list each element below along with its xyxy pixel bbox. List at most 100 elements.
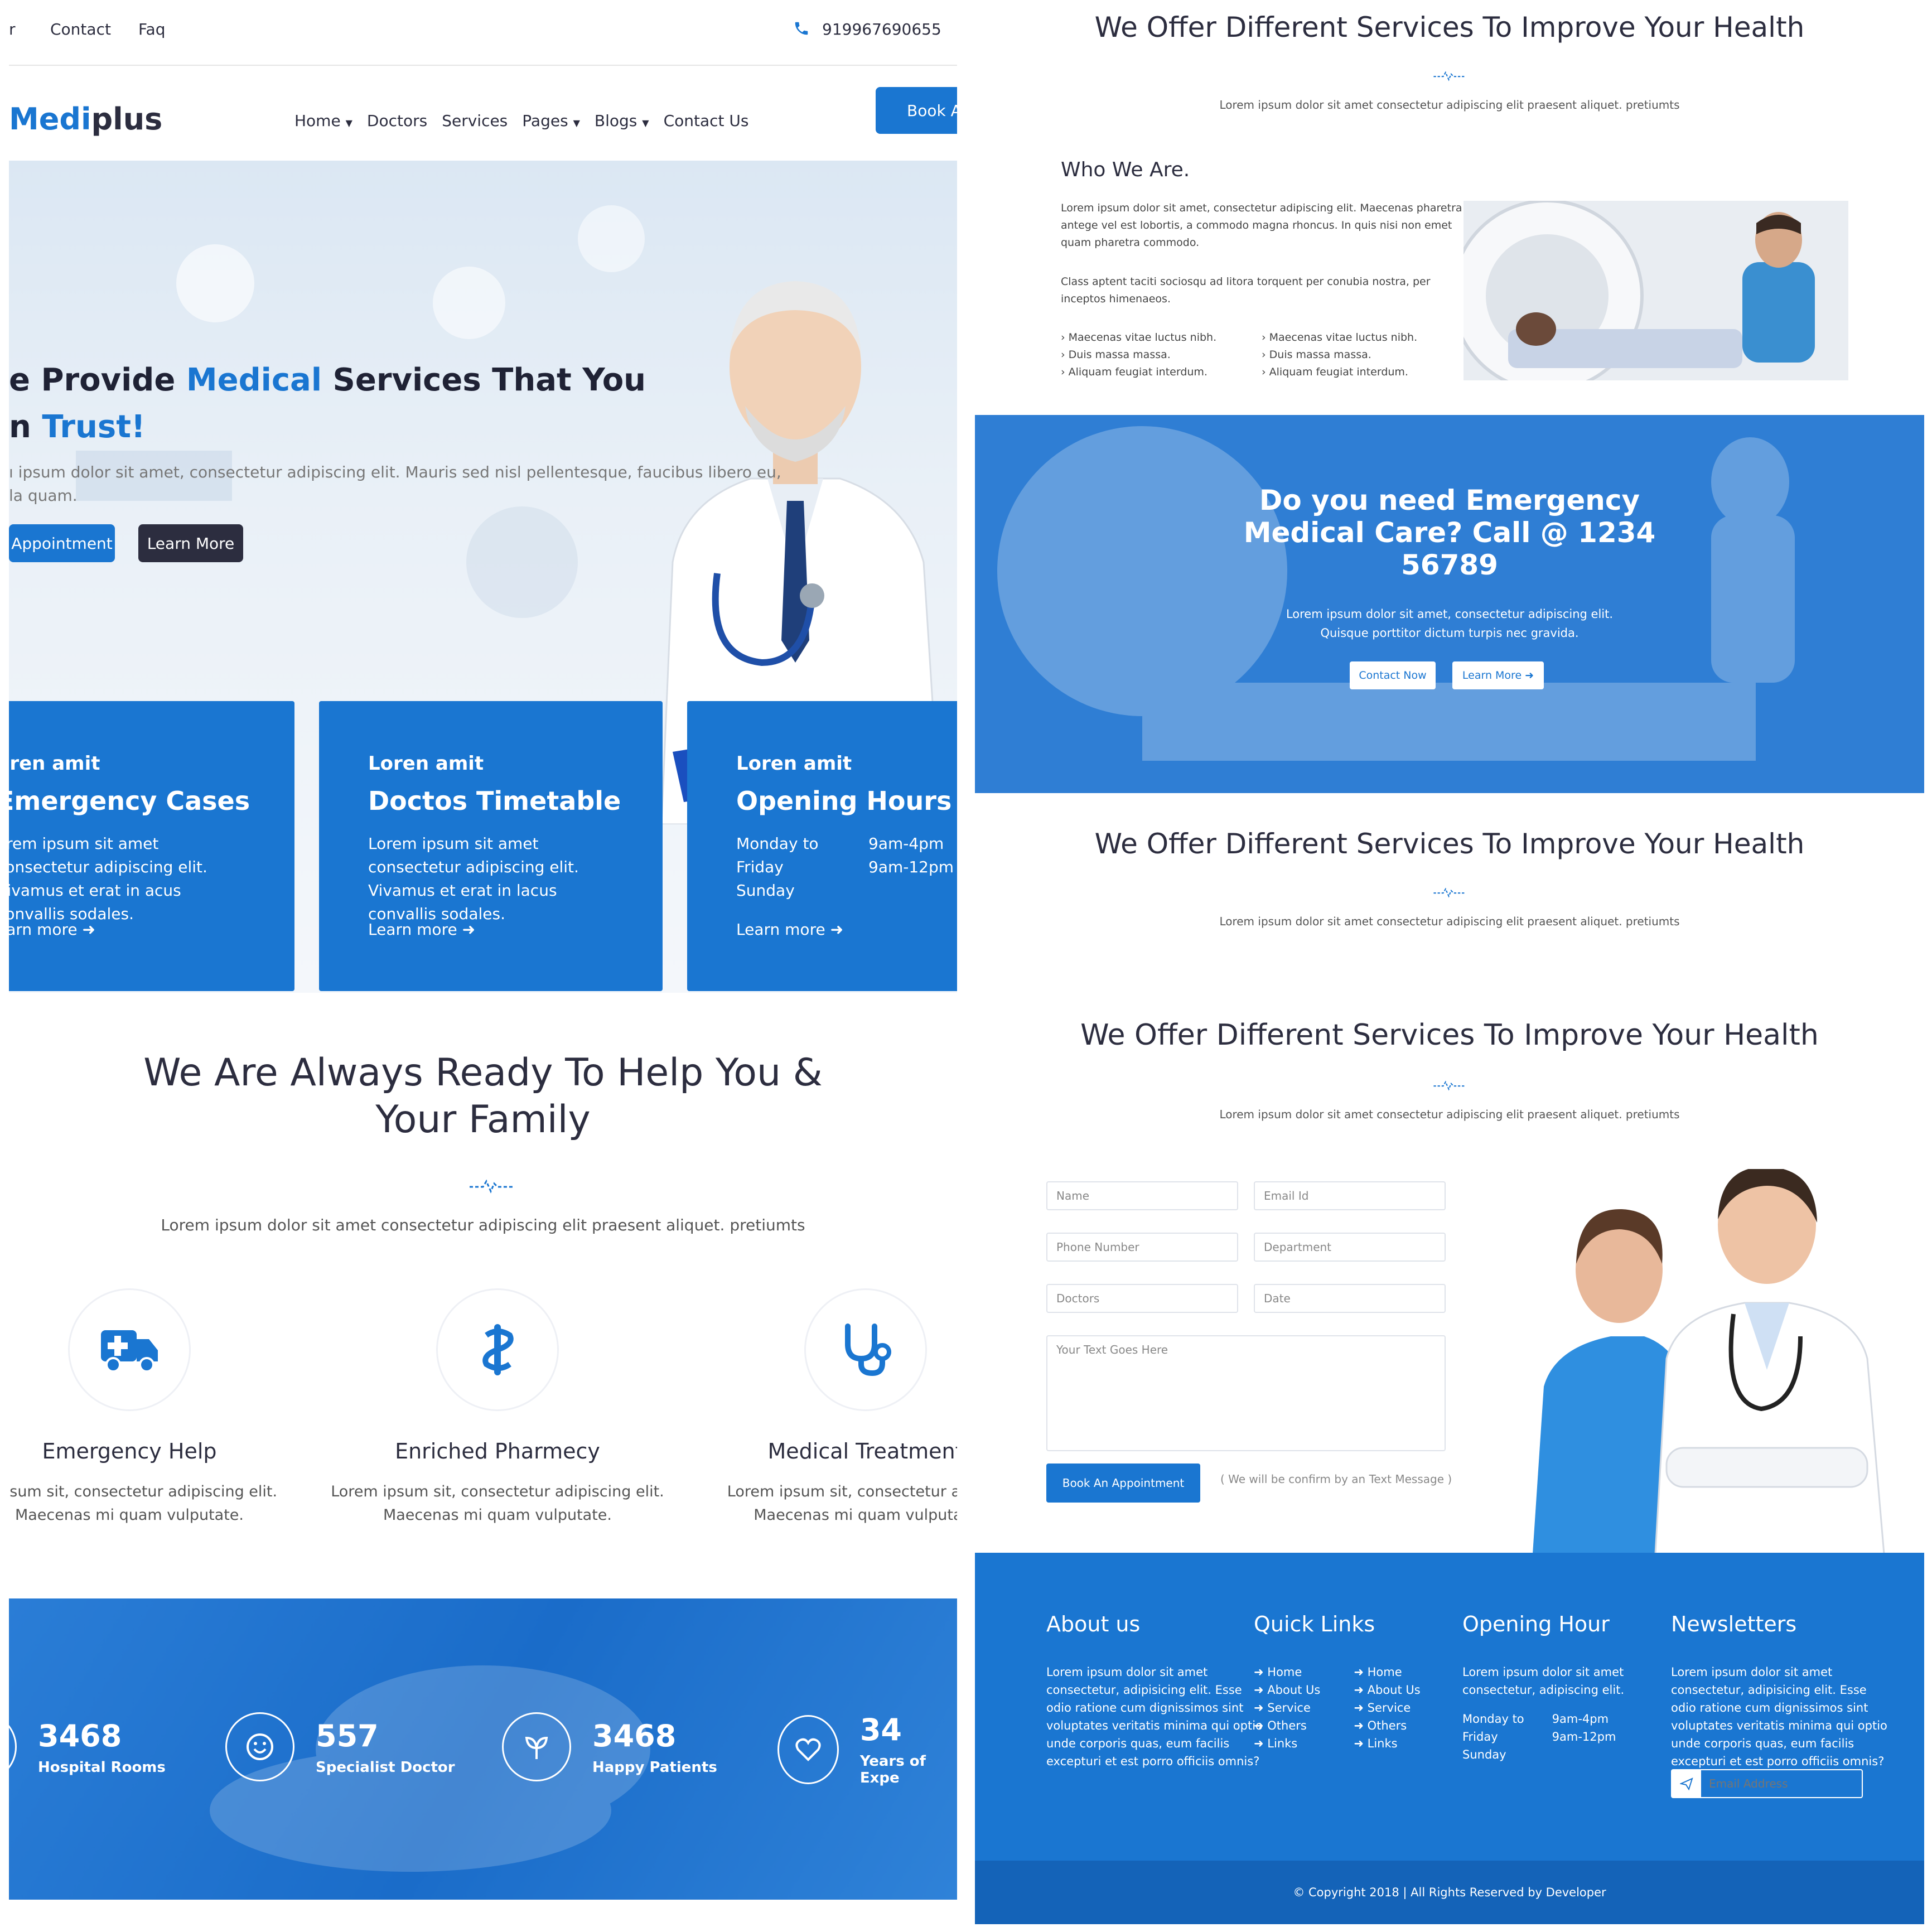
doctors-photo — [1533, 1169, 1885, 1554]
footer-link-about[interactable]: ➜ About Us — [1354, 1681, 1420, 1699]
nav-doctors[interactable]: Doctors — [367, 112, 427, 130]
footer-link-others[interactable]: ➜ Others — [1254, 1717, 1320, 1735]
ambulance-icon — [101, 1330, 158, 1373]
nav-blogs[interactable]: Blogs ▼ — [595, 112, 649, 130]
footer-link-others[interactable]: ➜ Others — [1354, 1717, 1420, 1735]
footer-link-links[interactable]: ➜ Links — [1254, 1735, 1320, 1752]
heartbeat-divider-icon — [1433, 1080, 1466, 1091]
pharmacy-icon — [482, 1324, 514, 1375]
stat-label: Years of Expe — [859, 1753, 926, 1786]
footer-link-home[interactable]: ➜ Home — [1254, 1663, 1320, 1681]
nav-home[interactable]: Home ▼ — [294, 112, 352, 130]
heartbeat-divider-icon — [1433, 71, 1466, 81]
footer-hours-title: Opening Hour — [1462, 1612, 1610, 1636]
section-desc-1: Lorem ipsum dolor sit amet consectetur a… — [1219, 98, 1680, 112]
who-list-b: › Maecenas vitae luctus nibh. › Duis mas… — [1262, 329, 1417, 381]
department-select[interactable]: Department — [1254, 1233, 1446, 1262]
footer-about: About us Lorem ipsum dolor sit amet conse… — [1046, 1612, 1263, 1770]
hero-description: ı ipsum dolor sit amet, consectetur adip… — [9, 463, 781, 505]
list-item: › Duis massa massa. — [1262, 349, 1371, 361]
bed-icon — [9, 1712, 17, 1781]
card-learn-more-link[interactable]: earn more ➜ — [9, 920, 95, 939]
footer-link-about[interactable]: ➜ About Us — [1254, 1681, 1320, 1699]
section-desc-2: Lorem ipsum dolor sit amet consectetur a… — [1219, 915, 1680, 928]
hours-days: Monday to Friday Sunday — [736, 834, 819, 900]
footer-news-text: Lorem ipsum dolor sit amet consectetur, a… — [1671, 1665, 1887, 1768]
logo[interactable]: Mediplus — [9, 102, 162, 137]
date-input[interactable]: Date — [1254, 1284, 1446, 1313]
emergency-heading: Do you need Emergency Medical Care? Call … — [1243, 484, 1656, 581]
book-appointment-button[interactable]: Book A — [876, 87, 957, 134]
card-learn-more-link[interactable]: Learn more ➜ — [368, 920, 475, 939]
stat-label: Happy Patients — [592, 1759, 717, 1776]
list-item: › Aliquam feugiat interdum. — [1061, 366, 1208, 378]
stat-number: 3468 — [592, 1718, 677, 1754]
service-name: Enriched Pharmecy — [395, 1439, 600, 1464]
service-icon-circle[interactable] — [804, 1288, 927, 1411]
service-emergency-help: Emergency Help n ipsum sit, consectetur … — [9, 1288, 297, 1527]
footer-hours-text: Lorem ipsum dolor sit amet consectetur, a… — [1462, 1665, 1625, 1697]
stat-number: 3468 — [38, 1718, 122, 1754]
hero-learn-more-button[interactable]: Learn More — [138, 524, 243, 562]
service-enriched-pharmacy: Enriched Pharmecy Lorem ipsum sit, conse… — [330, 1288, 665, 1527]
list-item: › Maecenas vitae luctus nibh. — [1061, 331, 1217, 344]
nav-services[interactable]: Services — [442, 112, 508, 130]
logo-prefix: Medi — [9, 102, 91, 137]
phone-number[interactable]: 919967690655 — [822, 20, 941, 38]
contact-now-button[interactable]: Contact Now — [1350, 661, 1436, 689]
mri-scanner-photo — [1464, 201, 1848, 380]
list-item: › Maecenas vitae luctus nibh. — [1262, 331, 1418, 344]
card-subtitle: Loren amit — [368, 752, 484, 775]
phone-icon — [793, 20, 810, 39]
book-an-appointment-button[interactable]: Book An Appointment — [1046, 1464, 1200, 1503]
stat-number: 34 — [859, 1712, 902, 1747]
left-page-panel: r Contact Faq 919967690655 Mediplus Home… — [9, 0, 957, 1924]
footer-links-title: Quick Links — [1254, 1612, 1375, 1636]
service-icon-circle[interactable] — [436, 1288, 559, 1411]
ready-title: We Are Always Ready To Help You & Your F… — [143, 1051, 823, 1142]
footer-quick-links: Quick Links ➜ Home ➜ About Us ➜ Service … — [1254, 1612, 1421, 1752]
emergency-description: Lorem ipsum dolor sit amet, consectetur … — [1286, 607, 1614, 640]
stat-hospital-rooms: 3468 Hospital Rooms — [9, 1712, 166, 1781]
card-text: orem ipsum sit amet consectetur adipisci… — [9, 834, 207, 923]
who-list-a: › Maecenas vitae luctus nibh. › Duis mas… — [1061, 329, 1216, 381]
section-title-3: We Offer Different Services To Improve Y… — [1080, 1018, 1819, 1052]
smile-icon — [225, 1712, 294, 1781]
message-textarea[interactable]: Your Text Goes Here — [1046, 1335, 1446, 1451]
who-paragraph-1: Lorem ipsum dolor sit amet, consectetur … — [1061, 202, 1462, 249]
emergency-learn-more-button[interactable]: Learn More ➜ — [1452, 661, 1544, 689]
stat-specialist-doctor: 557 Specialist Doctor — [225, 1712, 455, 1781]
emergency-banner: Do you need Emergency Medical Care? Call … — [975, 415, 1924, 793]
top-link-cut[interactable]: r — [9, 20, 16, 38]
hero-appointment-button[interactable]: Appointment — [9, 524, 115, 562]
top-link-contact[interactable]: Contact — [50, 20, 111, 38]
nav-pages[interactable]: Pages ▼ — [522, 112, 580, 130]
main-nav: Home ▼ Doctors Services Pages ▼ Blogs ▼ … — [294, 112, 749, 130]
service-description: Lorem ipsum sit, consectetur adipiscMaec… — [727, 1483, 957, 1524]
hours-times: 9am-4pm 9am-12pm — [868, 834, 954, 876]
nav-contact[interactable]: Contact Us — [664, 112, 749, 130]
service-icon-circle[interactable] — [68, 1288, 191, 1411]
top-link-faq[interactable]: Faq — [138, 20, 165, 38]
card-learn-more-link[interactable]: Learn more ➜ — [736, 920, 843, 939]
service-name: Emergency Help — [42, 1439, 217, 1464]
doctors-select[interactable]: Doctors — [1046, 1284, 1238, 1313]
card-opening-hours: Loren amit Opening Hours Monday to Friday… — [687, 701, 957, 991]
footer-about-title: About us — [1046, 1612, 1141, 1636]
card-doctors-timetable: Loren amit Doctos Timetable Lorem ipsum … — [319, 701, 663, 991]
footer-link-home[interactable]: ➜ Home — [1354, 1663, 1420, 1681]
footer-link-service[interactable]: ➜ Service — [1254, 1699, 1320, 1717]
heart-icon — [777, 1714, 839, 1784]
phone-input[interactable]: Phone Number — [1046, 1233, 1238, 1262]
email-input[interactable]: Email Id — [1254, 1181, 1446, 1210]
footer-news-title: Newsletters — [1671, 1612, 1797, 1636]
footer-opening-hour: Opening Hour Lorem ipsum dolor sit amet c… — [1462, 1612, 1624, 1764]
send-icon[interactable] — [1672, 1770, 1701, 1797]
footer-link-links[interactable]: ➜ Links — [1354, 1735, 1420, 1752]
stethoscope-icon — [845, 1324, 891, 1376]
newsletter-email-input[interactable] — [1701, 1770, 1862, 1797]
service-description: n ipsum sit, consectetur adipiscing elit… — [9, 1483, 278, 1524]
stat-years-experience: 34 Years of Expe — [777, 1712, 957, 1786]
name-input[interactable]: Name — [1046, 1181, 1238, 1210]
footer-link-service[interactable]: ➜ Service — [1354, 1699, 1420, 1717]
